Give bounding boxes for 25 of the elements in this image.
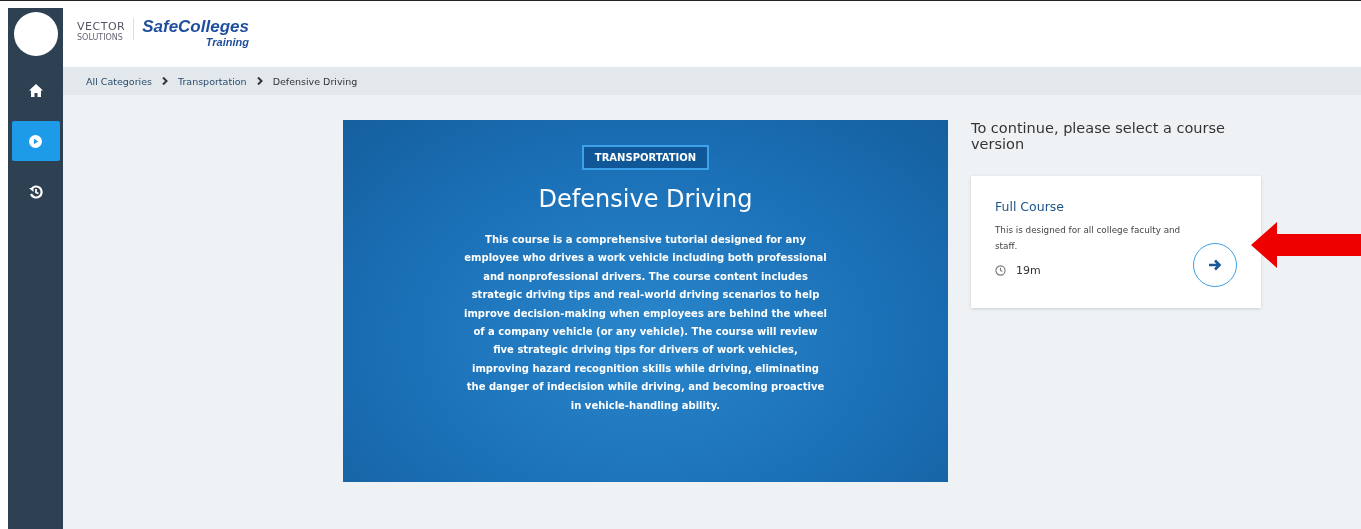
clock-icon [995, 265, 1006, 276]
start-course-button[interactable] [1193, 243, 1237, 287]
course-description: This course is a comprehensive tutorial designed for any employee who drives a work vehicle including both professional and nonprofessional drivers. The course content includes strategic driving tips and real-world driving scenarios to help improve decision-making when employees are behind the wheel of a company vehicle (or any vehicle). The course will review five strategic driving tips for drivers of work vehicles, improving hazard recognition skills while driving, eliminating the danger of indecision while driving, and becoming proactive in vehicle-handling ability. [463, 233, 828, 413]
chevron-icon [162, 77, 168, 85]
version-description: This is designed for all college faculty and staff. [995, 224, 1182, 253]
version-title[interactable]: Full Course [995, 199, 1185, 214]
home-icon [28, 83, 43, 97]
breadcrumb-link[interactable]: Defensive Driving [272, 75, 358, 87]
vendor-logo-subtext: SOLUTIONS [77, 33, 124, 42]
pointer-arrow-icon [1251, 222, 1361, 268]
breadcrumb-link[interactable]: All Categories [86, 75, 152, 87]
chevron-icon [256, 77, 263, 85]
category-tag: TRANSPORTATION [581, 145, 710, 170]
vendor-logo-text: VECTOR [77, 21, 126, 33]
brand-logo-text: SafeColleges [142, 18, 249, 36]
play-icon [29, 134, 42, 148]
brand-logo-subtext: Training [205, 36, 249, 48]
avatar-circle[interactable] [13, 12, 58, 56]
history-icon [28, 185, 43, 199]
arrow-right-icon [1208, 259, 1222, 271]
sidebar-item[interactable] [11, 121, 60, 161]
section-heading: To continue, please select a course version [971, 120, 1226, 152]
course-title: Defensive Driving [538, 185, 753, 213]
breadcrumb-link[interactable]: Transportation [178, 75, 247, 87]
duration-text: 19m [1016, 264, 1041, 277]
